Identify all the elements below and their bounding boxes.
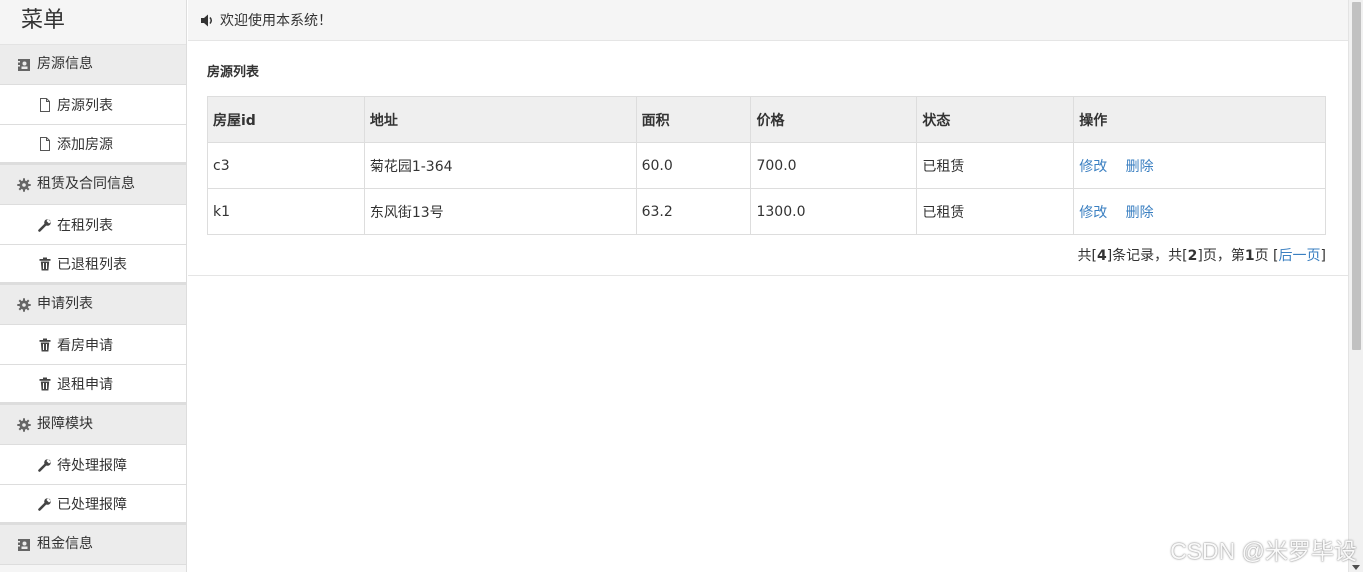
sidebar-item-pending-repairs[interactable]: 待处理报障 [0,445,186,485]
sidebar-item-label: 待处理报障 [57,458,127,474]
delete-link[interactable]: 删除 [1126,159,1154,175]
cell-address: 东风街13号 [363,188,637,235]
column-header: 价格 [750,96,918,143]
wrench-icon [38,458,52,472]
wrench-icon [38,497,52,511]
sidebar-item-label: 退租申请 [57,376,113,393]
sidebar-item-ended-leases[interactable]: 已退租列表 [0,245,186,285]
cell-actions: 修改 删除 [1073,142,1326,189]
column-header: 地址 [363,96,637,143]
sidebar-group-applications[interactable]: 申请列表 [0,285,186,325]
pager-text: 页 [ [1254,248,1279,264]
welcome-text: 欢迎使用本系统！ [220,13,332,29]
cell-status: 已租赁 [916,188,1075,235]
sidebar-group-label: 报障模块 [37,416,93,432]
address-book-icon [17,538,31,552]
sidebar-item-label: 已退租列表 [57,256,127,273]
cell-area: 60.0 [635,142,752,189]
gear-icon [17,417,31,432]
cell-price: 1300.0 [750,188,918,235]
sidebar-group-leases[interactable]: 租赁及合同信息 [0,165,186,205]
volume-icon [200,13,215,28]
sidebar-item-label: 已处理报障 [57,496,127,513]
sidebar-group-label: 租金信息 [37,536,93,552]
edit-link[interactable]: 修改 [1079,205,1107,221]
sidebar-item-label: 房源列表 [57,98,113,114]
gear-icon [17,297,31,312]
cell-address: 菊花园1-364 [363,142,637,189]
sidebar-item-termination-requests[interactable]: 退租申请 [0,365,186,405]
sidebar-item-listing-list[interactable]: 房源列表 [0,85,186,125]
trash-icon [38,377,52,391]
sidebar: 菜单 房源信息 房源列表 添加房源 租赁及合同信息 在租列表 已退租列表 申请列… [0,0,187,572]
listing-panel: 房源列表 房屋id 地址 面积 价格 状态 操作 c3 菊花园1-364 60.… [188,41,1348,276]
wrench-icon [38,218,52,232]
panel-title: 房源列表 [207,65,260,80]
file-icon [38,98,52,112]
cell-status: 已租赁 [916,142,1075,189]
delete-link[interactable]: 删除 [1126,205,1154,221]
total-pages: 2 [1187,248,1198,264]
watermark: CSDN @米罗毕设 [1170,538,1357,564]
sidebar-group-repairs[interactable]: 报障模块 [0,405,186,445]
pagination: 共[4]条记录，共[2]页，第1页 [后一页] [207,235,1326,265]
sidebar-item-label: 看房申请 [57,338,113,354]
address-book-icon [17,58,31,72]
column-header: 操作 [1073,96,1326,143]
column-header: 面积 [635,96,752,143]
sidebar-item-handled-repairs[interactable]: 已处理报障 [0,485,186,525]
file-icon [38,136,52,151]
topbar: 欢迎使用本系统！ [188,0,1348,41]
sidebar-item-active-leases[interactable]: 在租列表 [0,205,186,245]
column-header: 状态 [916,96,1075,143]
sidebar-group-label: 房源信息 [37,56,93,72]
scrollbar-thumb[interactable] [1352,2,1361,350]
table-row: k1 东风街13号 63.2 1300.0 已租赁 修改 删除 [207,188,1326,235]
column-header: 房屋id [207,96,365,143]
next-page-link[interactable]: 后一页 [1279,248,1321,264]
total-records: 4 [1096,248,1107,264]
pager-text: 共[ [1077,248,1097,264]
table-row: c3 菊花园1-364 60.0 700.0 已租赁 修改 删除 [207,142,1326,189]
cell-actions: 修改 删除 [1073,188,1326,235]
sidebar-item-add-listing[interactable]: 添加房源 [0,125,186,165]
edit-link[interactable]: 修改 [1079,159,1107,175]
sidebar-item-label: 在租列表 [57,218,113,234]
pager-text: ] [1320,248,1326,264]
vertical-scrollbar[interactable] [1348,0,1363,572]
sidebar-item-label: 添加房源 [57,136,113,153]
gear-icon [17,177,31,192]
cell-price: 700.0 [750,142,918,189]
main-content: 欢迎使用本系统！ 房源列表 房屋id 地址 面积 价格 状态 操作 c3 菊花园… [188,0,1348,572]
pager-text: ]条记录，共[ [1106,248,1188,264]
menu-title: 菜单 [0,0,186,45]
trash-icon [38,257,52,271]
cell-area: 63.2 [635,188,752,235]
app-root: 菜单 房源信息 房源列表 添加房源 租赁及合同信息 在租列表 已退租列表 申请列… [0,0,1363,572]
sidebar-group-listings[interactable]: 房源信息 [0,45,186,85]
trash-icon [38,338,52,352]
table-header-row: 房屋id 地址 面积 价格 状态 操作 [207,96,1326,143]
sidebar-item-viewing-requests[interactable]: 看房申请 [0,325,186,365]
sidebar-group-label: 租赁及合同信息 [37,176,135,192]
cell-id: c3 [207,142,365,189]
pager-text: ]页，第 [1197,248,1245,264]
cell-id: k1 [207,188,365,235]
sidebar-group-label: 申请列表 [37,296,93,312]
sidebar-group-rent[interactable]: 租金信息 [0,525,186,565]
listing-table: 房屋id 地址 面积 价格 状态 操作 c3 菊花园1-364 60.0 700… [207,96,1326,235]
current-page: 1 [1244,248,1255,264]
